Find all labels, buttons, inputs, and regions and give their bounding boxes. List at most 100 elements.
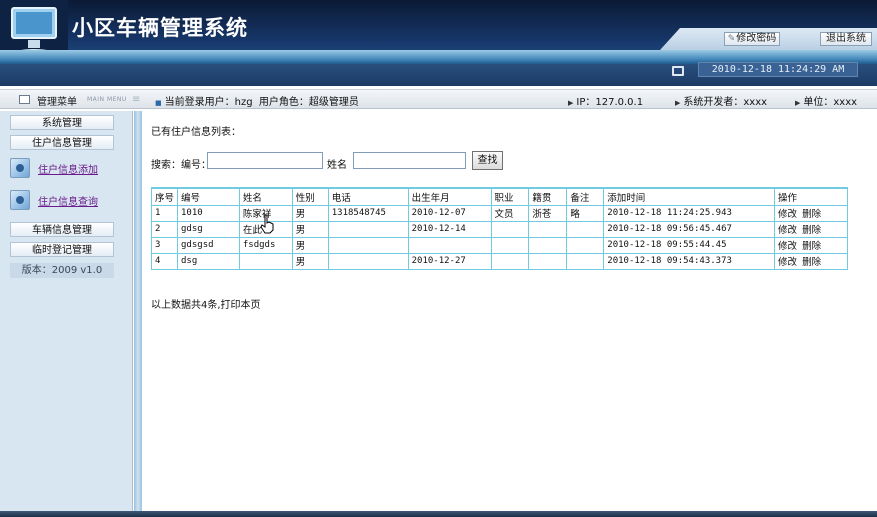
cell-seq: 3 — [150, 236, 179, 254]
gear-search-icon — [10, 190, 30, 210]
col-header-note: 备注 — [566, 187, 605, 206]
cell-note — [566, 220, 605, 238]
unit-text: 单位：xxxx — [803, 97, 858, 108]
info-bar: 管理菜单 MAIN MENU ≡ ■ 当前登录用户：hzg 用户角色：超级管理员 … — [0, 89, 877, 109]
cell-note — [566, 252, 605, 270]
edit-link[interactable]: 修改 — [778, 225, 797, 236]
cell-phone — [327, 236, 409, 254]
col-header-actions: 操作 — [774, 187, 848, 206]
menu-subtitle: MAIN MENU — [87, 96, 127, 103]
col-header-name: 姓名 — [238, 187, 293, 206]
cell-gender: 男 — [291, 204, 329, 222]
key-icon: ✎ — [727, 34, 736, 44]
change-password-label: 修改密码 — [736, 33, 777, 44]
cell-birth — [407, 236, 492, 254]
unit-info: ▶ 单位：xxxx — [795, 93, 857, 108]
col-header-seq: 序号 — [150, 187, 179, 206]
search-id-input[interactable] — [207, 152, 323, 169]
cell-gender: 男 — [291, 236, 329, 254]
sidebar-group-residents[interactable]: 住户信息管理 — [10, 135, 114, 150]
sidebar: 系统管理 住户信息管理 住户信息添加 住户信息查询 车辆信息管理 临时登记管理 … — [0, 111, 133, 511]
edit-link[interactable]: 修改 — [778, 209, 797, 220]
triangle-icon: ▶ — [568, 99, 574, 107]
cell-note — [566, 236, 605, 254]
cell-origin — [528, 220, 568, 238]
sidebar-item-label: 住户信息添加 — [38, 165, 98, 176]
col-header-id: 编号 — [177, 187, 240, 206]
sidebar-group-system[interactable]: 系统管理 — [10, 115, 114, 130]
cell-added: 2010-12-18 09:56:45.467 — [603, 220, 776, 238]
col-header-gender: 性别 — [291, 187, 329, 206]
col-header-origin: 籍贯 — [528, 187, 568, 206]
menu-toggle-icon[interactable]: ≡ — [132, 94, 140, 105]
cell-actions: 修改 删除 — [774, 220, 848, 238]
cell-actions: 修改 删除 — [774, 252, 848, 270]
cell-phone — [327, 252, 409, 270]
delete-link[interactable]: 删除 — [802, 209, 821, 220]
sidebar-item-query-resident[interactable]: 住户信息查询 — [10, 187, 114, 213]
cell-note: 略 — [566, 204, 605, 222]
table-row: 1 1010 陈家祥 男 1318548745 2010-12-07 文员 浙苍… — [150, 204, 848, 222]
app-header: 小区车辆管理系统 ✎修改密码 退出系统 2010-12-18 11:24:29 … — [0, 0, 877, 86]
cell-origin — [528, 252, 568, 270]
current-user: hzg — [234, 97, 253, 108]
cell-phone: 1318548745 — [327, 204, 409, 222]
change-password-button[interactable]: ✎修改密码 — [724, 32, 780, 46]
edit-link[interactable]: 修改 — [778, 241, 797, 252]
triangle-icon: ▶ — [675, 99, 681, 107]
search-name-input[interactable] — [353, 152, 466, 169]
col-header-birth: 出生年月 — [407, 187, 492, 206]
cell-seq: 4 — [150, 252, 179, 270]
cell-id: gdsg — [177, 220, 240, 238]
triangle-icon: ▶ — [795, 99, 801, 107]
search-id-label: 搜索：编号： — [151, 160, 211, 171]
cell-gender: 男 — [291, 220, 329, 238]
developer-info: ▶ 系统开发者：xxxx — [675, 93, 767, 108]
main-content: 已有住户信息列表： 搜索：编号： 姓名 查找 序号 编号 姓名 性别 电话 出生… — [142, 111, 877, 511]
sidebar-item-label: 住户信息查询 — [38, 197, 98, 208]
sidebar-group-vehicles[interactable]: 车辆信息管理 — [10, 222, 114, 237]
menu-icon — [19, 95, 30, 104]
app-title: 小区车辆管理系统 — [72, 15, 248, 40]
user-add-icon — [10, 158, 30, 178]
cell-origin — [528, 236, 568, 254]
datetime-display: 2010-12-18 11:24:29 AM — [698, 62, 858, 77]
col-header-added: 添加时间 — [603, 187, 776, 206]
cell-actions: 修改 删除 — [774, 204, 848, 222]
cell-gender: 男 — [291, 252, 329, 270]
col-header-job: 职业 — [490, 187, 530, 206]
cell-added: 2010-12-18 09:55:44.45 — [603, 236, 776, 254]
ip-text: IP：127.0.0.1 — [576, 97, 644, 108]
version-label: 版本：2009 v1.0 — [10, 263, 114, 278]
cell-birth: 2010-12-14 — [407, 220, 492, 238]
cell-birth: 2010-12-07 — [407, 204, 492, 222]
delete-link[interactable]: 删除 — [802, 257, 821, 268]
hand-cursor-icon — [260, 214, 274, 234]
search-button[interactable]: 查找 — [472, 151, 503, 170]
residents-table: 序号 编号 姓名 性别 电话 出生年月 职业 籍贯 备注 添加时间 操作 1 1… — [150, 187, 848, 270]
cell-origin: 浙苍 — [528, 204, 568, 222]
cell-job — [490, 220, 530, 238]
screen-icon — [672, 66, 684, 76]
user-info: ■ 当前登录用户：hzg 用户角色：超级管理员 — [155, 93, 359, 108]
ip-info: ▶ IP：127.0.0.1 — [568, 93, 643, 108]
cell-seq: 2 — [150, 220, 179, 238]
cell-job: 文员 — [490, 204, 530, 222]
cell-name — [238, 252, 293, 270]
cell-job — [490, 252, 530, 270]
sidebar-splitter[interactable] — [134, 111, 142, 511]
table-row: 4 dsg 男 2010-12-27 2010-12-18 09:54:43.3… — [150, 252, 848, 270]
delete-link[interactable]: 删除 — [802, 241, 821, 252]
sidebar-group-temp-registration[interactable]: 临时登记管理 — [10, 242, 114, 257]
current-user-label: 当前登录用户： — [164, 97, 235, 108]
list-title: 已有住户信息列表： — [151, 127, 241, 138]
edit-link[interactable]: 修改 — [778, 257, 797, 268]
search-name-label: 姓名 — [327, 160, 347, 171]
delete-link[interactable]: 删除 — [802, 225, 821, 236]
cell-actions: 修改 删除 — [774, 236, 848, 254]
cell-added: 2010-12-18 09:54:43.373 — [603, 252, 776, 270]
cell-added: 2010-12-18 11:24:25.943 — [603, 204, 776, 222]
sidebar-item-add-resident[interactable]: 住户信息添加 — [10, 155, 114, 181]
logout-button[interactable]: 退出系统 — [820, 32, 872, 46]
summary-text: 以上数据共4条,打印本页 — [151, 300, 261, 311]
